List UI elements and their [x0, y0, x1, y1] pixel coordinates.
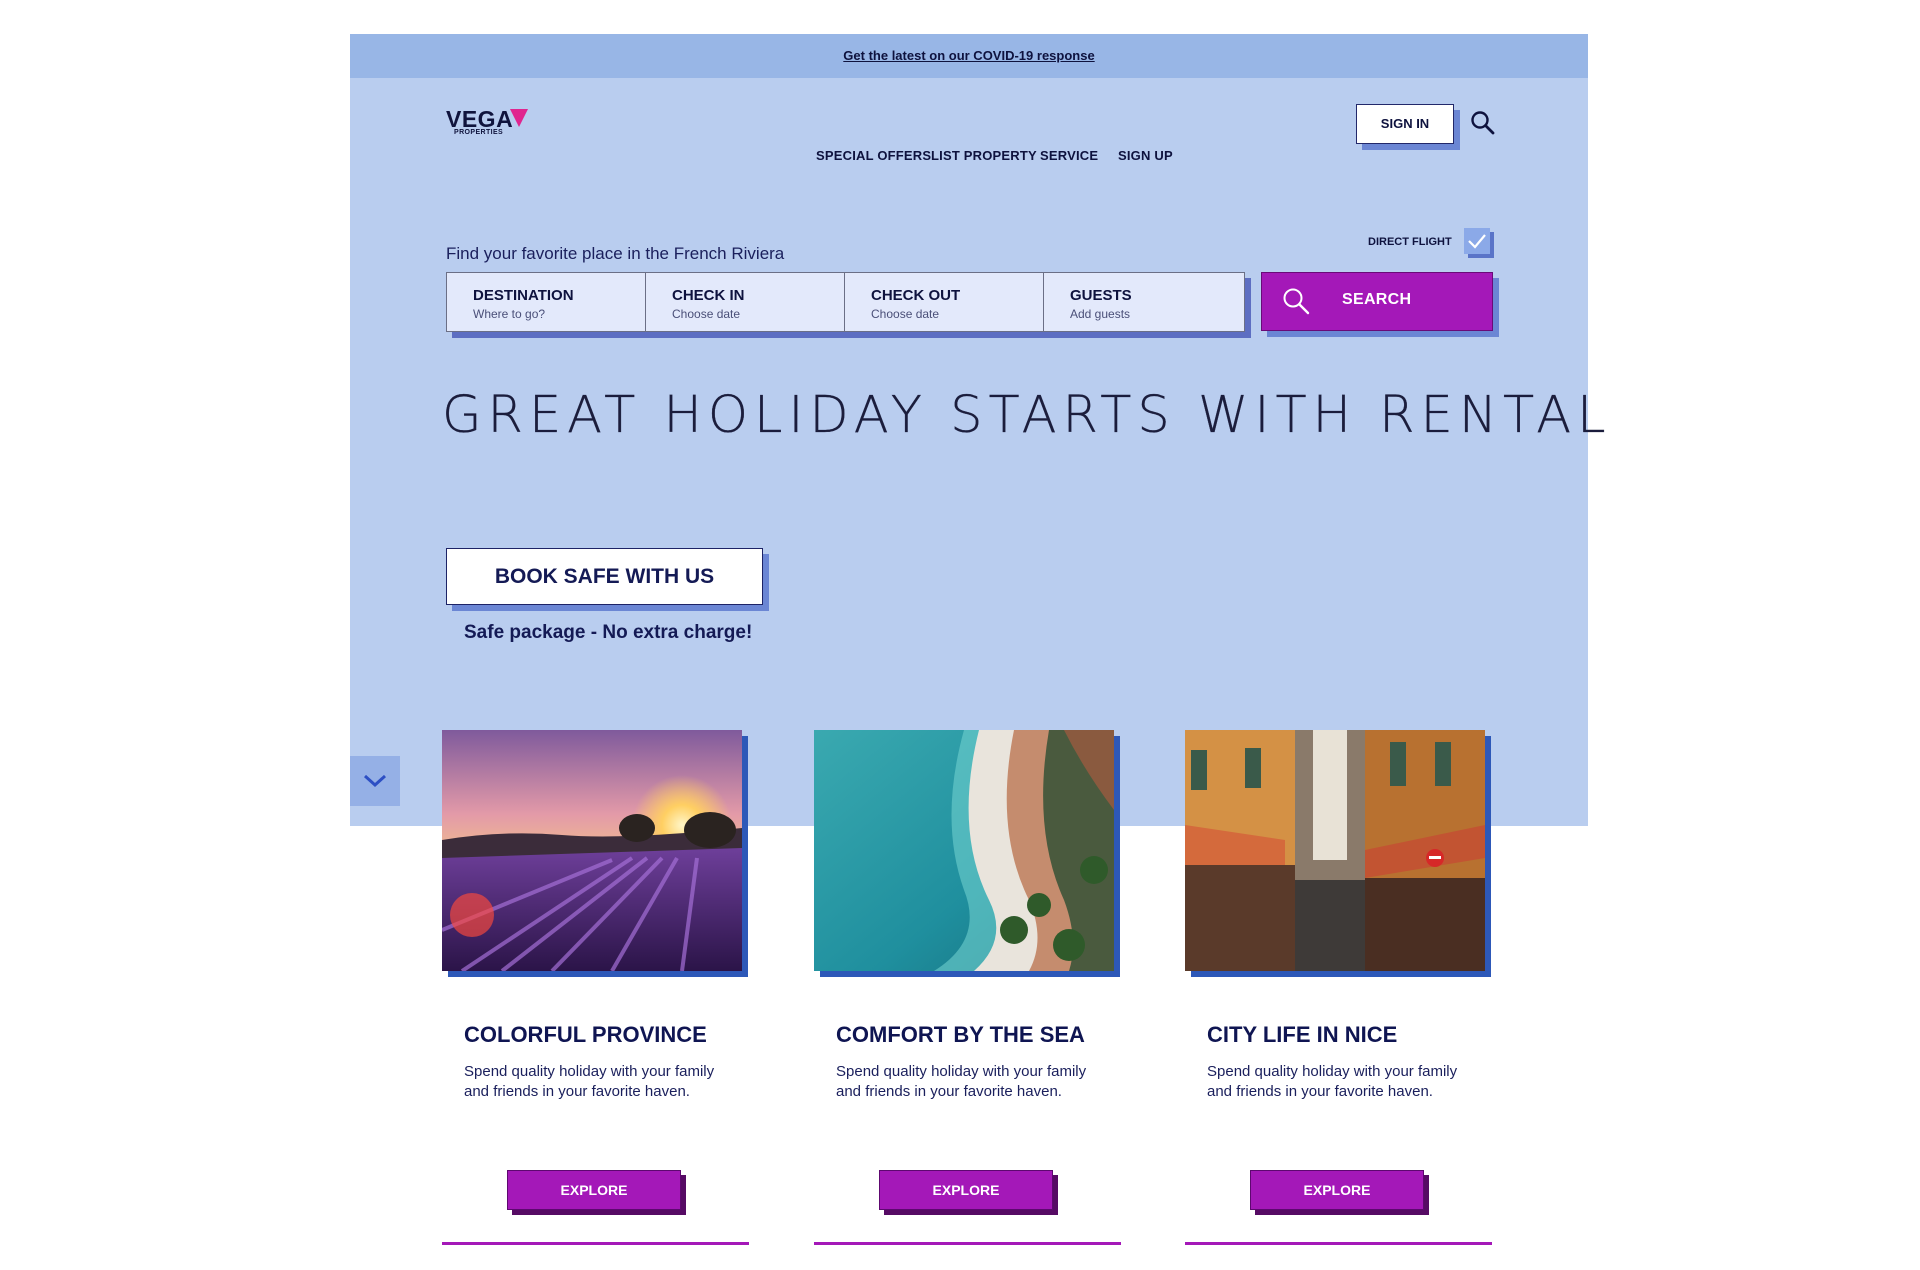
check-in-field[interactable]: CHECK IN Choose date [646, 273, 845, 331]
lavender-field-image [442, 730, 742, 971]
book-safe-button[interactable]: BOOK SAFE WITH US [446, 548, 763, 605]
search-form: DESTINATION Where to go? CHECK IN Choose… [446, 272, 1245, 332]
check-in-label: CHECK IN [672, 287, 745, 304]
card-description: Spend quality holiday with your family a… [464, 1063, 715, 1100]
hero-headline: GREAT HOLIDAY STARTS WITH RENTAL [442, 386, 1612, 445]
explore-button[interactable]: EXPLORE [507, 1170, 681, 1210]
checkmark-icon [1468, 234, 1486, 249]
page: Get the latest on our COVID-19 response … [350, 34, 1606, 1270]
card-divider [442, 1242, 749, 1245]
scroll-down-button[interactable] [350, 756, 400, 806]
search-icon[interactable] [1470, 110, 1496, 136]
card-description: Spend quality holiday with your family a… [836, 1063, 1087, 1100]
beach-aerial-image [814, 730, 1114, 971]
search-icon [1283, 288, 1310, 315]
nav-list-property[interactable]: LIST PROPERTY [931, 148, 1037, 163]
destination-label: DESTINATION [473, 287, 574, 304]
card-divider [814, 1242, 1121, 1245]
direct-flight-checkbox[interactable] [1464, 228, 1490, 254]
check-out-placeholder: Choose date [871, 307, 940, 321]
logo[interactable]: VEGA PROPERTIES [446, 106, 536, 146]
search-intro: Find your favorite place in the French R… [446, 244, 785, 263]
card-title: COMFORT BY THE SEA [836, 1022, 1085, 1047]
announcement-bar: Get the latest on our COVID-19 response [350, 34, 1588, 78]
guests-placeholder: Add guests [1070, 307, 1131, 321]
logo-triangle-icon [510, 109, 528, 127]
logo-subtitle: PROPERTIES [454, 129, 504, 136]
card-description: Spend quality holiday with your family a… [1207, 1063, 1458, 1100]
search-button[interactable]: SEARCH [1261, 272, 1493, 331]
sign-in-button[interactable]: SIGN IN [1356, 104, 1454, 144]
guests-field[interactable]: GUESTS Add guests [1044, 273, 1242, 331]
card-divider [1185, 1242, 1492, 1245]
explore-button[interactable]: EXPLORE [879, 1170, 1053, 1210]
chevron-down-icon [363, 774, 387, 788]
search-button-label: SEARCH [1342, 291, 1412, 308]
nav-special-offers[interactable]: SPECIAL OFFERS [816, 148, 931, 163]
direct-flight-label: DIRECT FLIGHT [1368, 236, 1452, 248]
check-out-field[interactable]: CHECK OUT Choose date [845, 273, 1044, 331]
nav-sign-up[interactable]: SIGN UP [1118, 148, 1173, 163]
destination-field[interactable]: DESTINATION Where to go? [447, 273, 646, 331]
explore-button[interactable]: EXPLORE [1250, 1170, 1424, 1210]
destination-placeholder: Where to go? [473, 307, 546, 321]
nav-service[interactable]: SERVICE [1040, 148, 1098, 163]
covid-link[interactable]: Get the latest on our COVID-19 response [843, 48, 1094, 63]
check-in-placeholder: Choose date [672, 307, 741, 321]
card-title: CITY LIFE IN NICE [1207, 1022, 1398, 1047]
check-out-label: CHECK OUT [871, 287, 961, 304]
card-title: COLORFUL PROVINCE [464, 1022, 707, 1047]
guests-label: GUESTS [1070, 287, 1132, 304]
safe-package-note: Safe package - No extra charge! [464, 622, 753, 643]
nice-street-image [1185, 730, 1485, 971]
